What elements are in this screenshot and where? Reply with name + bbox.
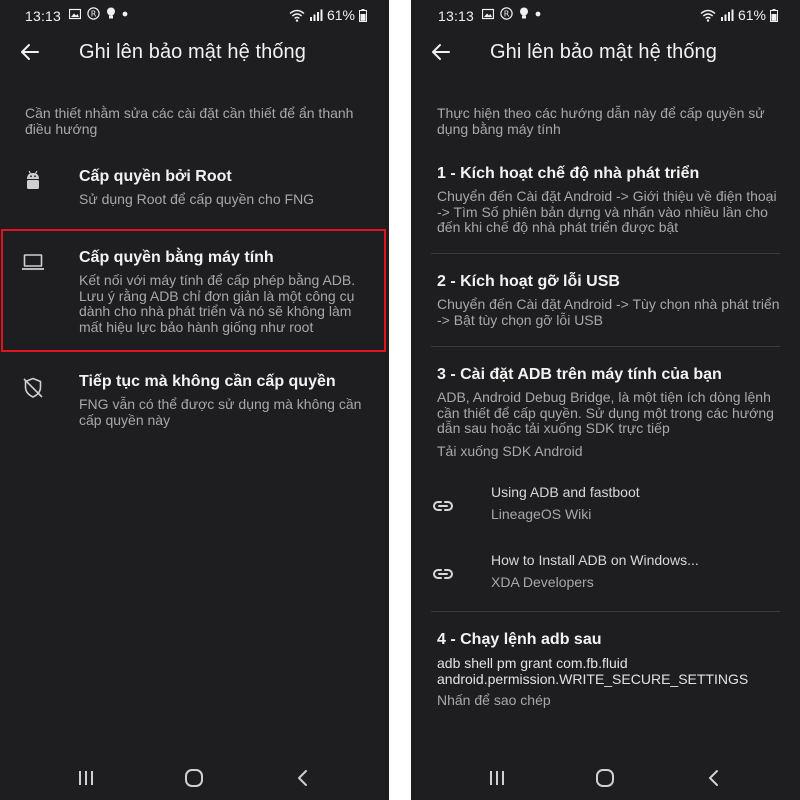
link-source: LineageOS Wiki bbox=[491, 506, 592, 522]
battery-level: 61% bbox=[737, 7, 766, 23]
home-icon[interactable] bbox=[182, 766, 206, 790]
status-bar: 13:13 R 61% bbox=[411, 0, 800, 32]
android-icon bbox=[27, 170, 39, 189]
gallery-icon bbox=[482, 8, 494, 19]
nav-bar bbox=[0, 756, 389, 800]
dot-icon bbox=[535, 11, 541, 16]
dot-icon bbox=[122, 11, 128, 16]
step-3-title: 3 - Cài đặt ADB trên máy tính của bạn bbox=[437, 366, 722, 383]
adb-command[interactable]: adb shell pm grant com.fb.fluid android.… bbox=[437, 655, 748, 687]
left-screen: 13:13 R 61% Ghi lên bảo mật hệ thống Cần… bbox=[0, 0, 389, 800]
step-2-title: 2 - Kích hoạt gỡ lỗi USB bbox=[437, 273, 620, 290]
step-3-desc: ADB, Android Debug Bridge, là một tiện í… bbox=[437, 389, 774, 436]
back-icon[interactable] bbox=[702, 766, 726, 790]
option-root[interactable]: Cấp quyền bởi Root Sử dụng Root để cấp q… bbox=[0, 160, 389, 220]
divider bbox=[431, 346, 780, 347]
divider bbox=[431, 611, 780, 612]
registered-icon: R bbox=[87, 7, 100, 20]
link-title: Using ADB and fastboot bbox=[491, 484, 640, 500]
step-2-desc: Chuyển đến Cài đặt Android -> Tùy chọn n… bbox=[437, 296, 780, 328]
step-1-desc: Chuyển đến Cài đặt Android -> Giới thiệu… bbox=[437, 188, 777, 235]
recent-apps-icon[interactable] bbox=[74, 766, 98, 790]
gallery-icon bbox=[69, 8, 81, 19]
registered-icon: R bbox=[500, 7, 513, 20]
signal-icon bbox=[720, 9, 734, 21]
link-adb-fastboot[interactable]: Using ADB and fastboot LineageOS Wiki bbox=[411, 484, 800, 534]
intro-text: Thực hiện theo các hướng dẫn này để cấp … bbox=[437, 105, 765, 137]
signal-icon bbox=[309, 9, 323, 21]
page-title: Ghi lên bảo mật hệ thống bbox=[490, 41, 717, 63]
page-title: Ghi lên bảo mật hệ thống bbox=[79, 41, 306, 63]
app-bar: Ghi lên bảo mật hệ thống bbox=[0, 36, 389, 72]
status-time: 13:13 bbox=[25, 8, 62, 24]
home-icon[interactable] bbox=[593, 766, 617, 790]
option-no-permission[interactable]: Tiếp tục mà không cần cấp quyền FNG vẫn … bbox=[0, 365, 389, 435]
svg-text:R: R bbox=[91, 10, 97, 19]
link-source: XDA Developers bbox=[491, 574, 594, 590]
link-title: How to Install ADB on Windows... bbox=[491, 552, 699, 568]
step-4-title: 4 - Chạy lệnh adb sau bbox=[437, 631, 602, 648]
recent-apps-icon[interactable] bbox=[485, 766, 509, 790]
download-sdk-link[interactable]: Tải xuống SDK Android bbox=[437, 443, 583, 459]
nav-bar bbox=[411, 756, 800, 800]
svg-text:R: R bbox=[504, 10, 510, 19]
option-title: Cấp quyền bằng máy tính bbox=[79, 249, 274, 266]
link-install-adb-windows[interactable]: How to Install ADB on Windows... XDA Dev… bbox=[411, 552, 800, 602]
option-desc: FNG vẫn có thể được sử dụng mà không cần… bbox=[79, 396, 362, 428]
battery-icon bbox=[359, 8, 367, 22]
app-bar: Ghi lên bảo mật hệ thống bbox=[411, 36, 800, 72]
option-title: Cấp quyền bởi Root bbox=[79, 168, 232, 185]
shield-off-icon bbox=[23, 377, 43, 398]
link-icon bbox=[433, 501, 453, 511]
option-computer[interactable]: Cấp quyền bằng máy tính Kết nối với máy … bbox=[0, 240, 389, 350]
step-1-title: 1 - Kích hoạt chế độ nhà phát triển bbox=[437, 165, 700, 182]
link-icon bbox=[433, 569, 453, 579]
option-desc: Kết nối với máy tính để cấp phép bằng AD… bbox=[79, 272, 356, 335]
status-bar: 13:13 R 61% bbox=[0, 0, 389, 32]
status-time: 13:13 bbox=[438, 8, 475, 24]
wifi-icon bbox=[289, 9, 305, 22]
bulb-icon bbox=[520, 7, 528, 19]
back-arrow-icon[interactable] bbox=[429, 40, 453, 64]
option-desc: Sử dụng Root để cấp quyền cho FNG bbox=[79, 191, 315, 207]
bulb-icon bbox=[107, 7, 115, 19]
intro-text: Cần thiết nhằm sửa các cài đặt cần thiết… bbox=[25, 105, 354, 137]
back-icon[interactable] bbox=[291, 766, 315, 790]
divider bbox=[431, 253, 780, 254]
wifi-icon bbox=[700, 9, 716, 22]
back-arrow-icon[interactable] bbox=[18, 40, 42, 64]
right-screen: 13:13 R 61% Ghi lên bảo mật hệ thống Thự… bbox=[411, 0, 800, 800]
battery-level: 61% bbox=[326, 7, 355, 23]
copy-command-button[interactable]: Nhấn để sao chép bbox=[437, 692, 551, 708]
battery-icon bbox=[770, 8, 778, 22]
laptop-icon bbox=[22, 254, 44, 270]
option-title: Tiếp tục mà không cần cấp quyền bbox=[79, 373, 336, 390]
